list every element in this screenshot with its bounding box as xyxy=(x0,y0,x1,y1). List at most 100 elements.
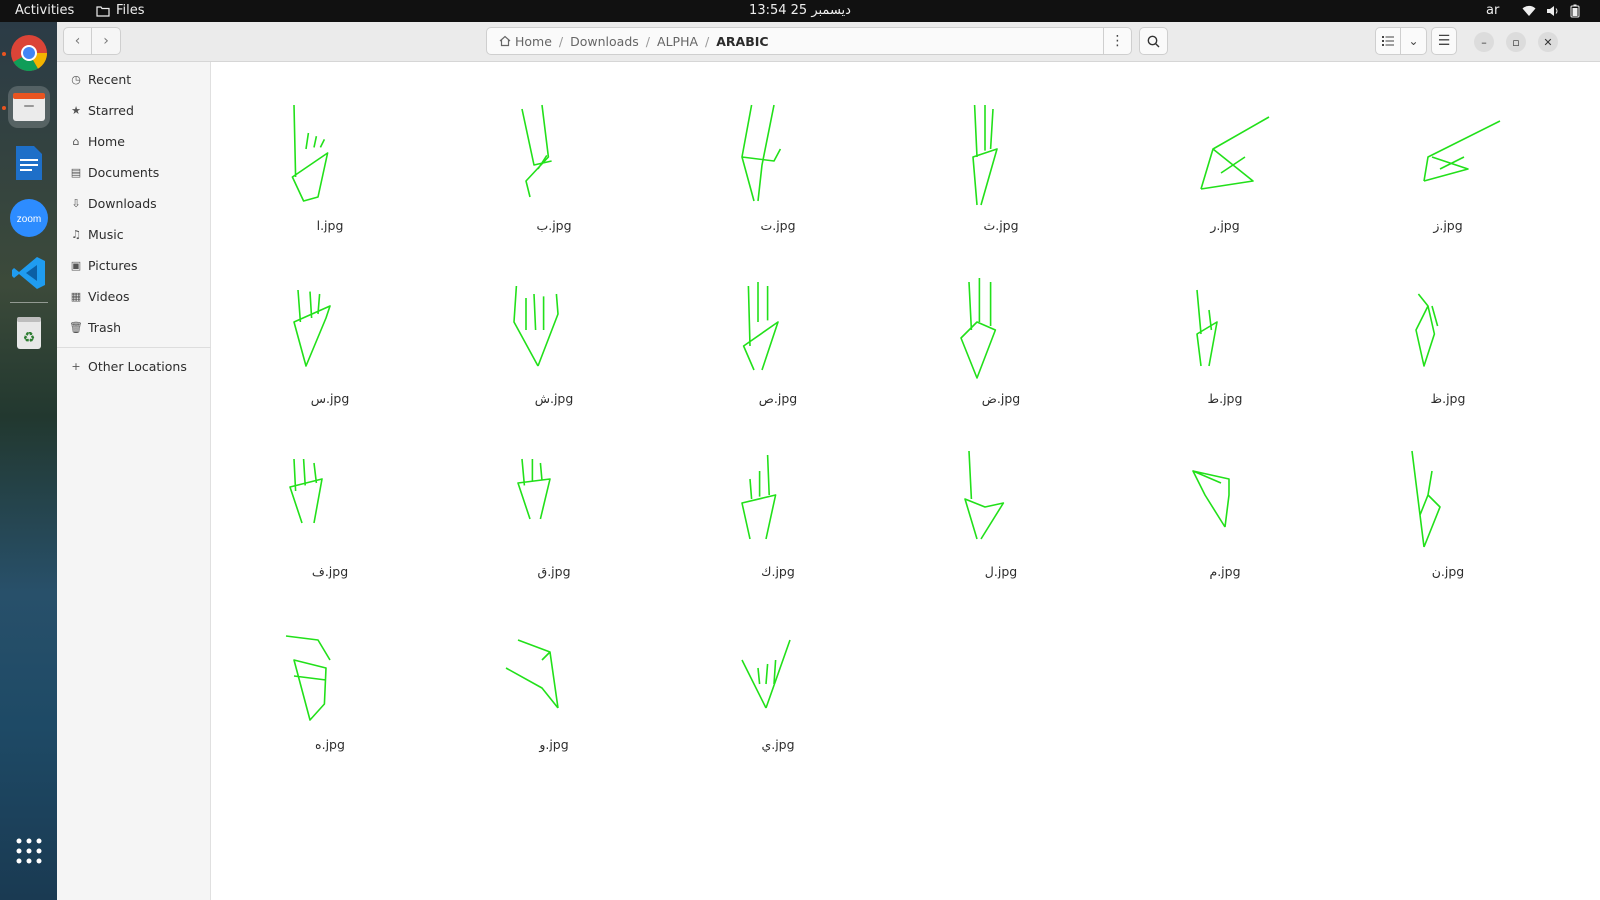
file-item[interactable]: و.jpg xyxy=(474,596,634,766)
zoom-icon: zoom xyxy=(10,199,48,237)
file-item[interactable]: ر.jpg xyxy=(1145,77,1305,247)
home-icon xyxy=(499,35,511,47)
writer-launcher[interactable] xyxy=(8,142,50,184)
maximize-button[interactable]: ▫ xyxy=(1506,32,1526,52)
file-item[interactable]: ض.jpg xyxy=(921,250,1081,420)
dock-separator xyxy=(10,302,48,303)
minimize-button[interactable]: – xyxy=(1474,32,1494,52)
file-item[interactable]: ب.jpg xyxy=(474,77,634,247)
file-item[interactable]: ك.jpg xyxy=(698,423,858,593)
sidebar-item-downloads[interactable]: ⇩ Downloads xyxy=(57,188,211,218)
forward-button[interactable]: › xyxy=(92,27,121,55)
clock[interactable]: 13:54 25 ديسمبر xyxy=(749,3,851,18)
file-item[interactable]: ا.jpg xyxy=(250,77,410,247)
file-name: ز.jpg xyxy=(1433,218,1463,233)
file-item[interactable]: ص.jpg xyxy=(698,250,858,420)
file-name: ق.jpg xyxy=(537,564,571,579)
file-name: ط.jpg xyxy=(1207,391,1243,406)
image-thumbnail xyxy=(505,639,559,709)
image-thumbnail xyxy=(742,282,779,371)
file-item[interactable]: ز.jpg xyxy=(1368,77,1528,247)
file-name: و.jpg xyxy=(539,737,569,752)
image-thumbnail xyxy=(521,104,552,198)
breadcrumb-separator: / xyxy=(705,33,710,49)
file-item[interactable]: ق.jpg xyxy=(474,423,634,593)
file-item[interactable]: ط.jpg xyxy=(1145,250,1305,420)
zoom-launcher[interactable]: zoom xyxy=(8,197,50,239)
app-menu[interactable]: Files xyxy=(96,3,145,18)
image-thumbnail xyxy=(741,104,782,202)
file-item[interactable]: ظ.jpg xyxy=(1368,250,1528,420)
view-options-button[interactable]: ⌄ xyxy=(1401,27,1427,55)
files-launcher[interactable] xyxy=(8,86,50,128)
language-indicator[interactable]: ar xyxy=(1486,3,1499,18)
main-menu-button[interactable]: ☰ xyxy=(1431,27,1457,55)
file-item[interactable]: ت.jpg xyxy=(698,77,858,247)
minimize-icon: – xyxy=(1481,35,1487,49)
list-view-button[interactable] xyxy=(1375,27,1401,55)
sidebar-item-starred[interactable]: ★ Starred xyxy=(57,95,211,125)
search-button[interactable] xyxy=(1139,27,1168,55)
trash-icon: ♻ xyxy=(17,317,41,349)
breadcrumb-alpha[interactable]: ALPHA xyxy=(657,34,698,49)
file-item[interactable]: س.jpg xyxy=(250,250,410,420)
breadcrumb-downloads[interactable]: Downloads xyxy=(570,34,639,49)
close-button[interactable]: ✕ xyxy=(1538,32,1558,52)
wifi-icon xyxy=(1522,5,1536,16)
svg-text:zoom: zoom xyxy=(17,214,41,225)
system-tray[interactable] xyxy=(1522,2,1580,20)
chevron-right-icon: › xyxy=(103,33,109,49)
image-thumbnail xyxy=(741,454,777,540)
breadcrumb-arabic[interactable]: ARABIC xyxy=(716,34,768,49)
sidebar-item-home[interactable]: ⌂ Home xyxy=(57,126,211,156)
trash-launcher[interactable]: ♻ xyxy=(8,312,50,354)
sidebar-item-videos[interactable]: ▦ Videos xyxy=(57,281,211,311)
file-item[interactable]: م.jpg xyxy=(1145,423,1305,593)
hamburger-menu-icon: ☰ xyxy=(1437,33,1451,49)
activities-button[interactable]: Activities xyxy=(15,3,74,18)
image-thumbnail xyxy=(972,104,998,206)
file-item[interactable]: ث.jpg xyxy=(921,77,1081,247)
image-thumbnail xyxy=(964,450,1005,540)
video-icon: ▦ xyxy=(70,289,82,303)
kebab-menu-icon: ⋮ xyxy=(1110,33,1125,49)
music-icon: ♫ xyxy=(71,227,81,241)
file-item[interactable]: ن.jpg xyxy=(1368,423,1528,593)
file-grid-view: ا.jpg ب.jpg ت.jpg ث.jpg ر.jpg ز.jpg س.jpg ش.jpg… xyxy=(212,62,1600,900)
home-icon: ⌂ xyxy=(72,134,80,148)
file-item[interactable]: ل.jpg xyxy=(921,423,1081,593)
chrome-launcher[interactable] xyxy=(8,32,50,74)
image-thumbnail xyxy=(1196,289,1218,367)
image-thumbnail xyxy=(741,639,791,709)
file-name: ا.jpg xyxy=(316,218,344,233)
file-item[interactable]: ي.jpg xyxy=(698,596,858,766)
image-thumbnail xyxy=(1192,470,1230,528)
file-item[interactable]: ش.jpg xyxy=(474,250,634,420)
sidebar-item-recent[interactable]: ◷ Recent xyxy=(57,64,211,94)
sidebar-item-documents[interactable]: ▤ Documents xyxy=(57,157,211,187)
battery-icon xyxy=(1570,4,1580,18)
dock: zoom ♻ xyxy=(0,22,57,900)
file-name: ش.jpg xyxy=(534,391,574,406)
show-apps-button[interactable] xyxy=(8,830,50,872)
app-grid-icon xyxy=(16,838,42,864)
sidebar-item-music[interactable]: ♫ Music xyxy=(57,219,211,249)
plus-icon: + xyxy=(71,359,81,373)
image-thumbnail xyxy=(517,458,551,520)
search-icon xyxy=(1147,35,1160,47)
vscode-launcher[interactable] xyxy=(8,252,50,294)
file-item[interactable]: ه.jpg xyxy=(250,596,410,766)
file-name: ه.jpg xyxy=(315,737,345,752)
sidebar-item-pictures[interactable]: ▣ Pictures xyxy=(57,250,211,280)
running-indicator xyxy=(2,106,6,110)
sidebar-item-trash[interactable]: 🗑 Trash xyxy=(57,312,211,342)
file-item[interactable]: ف.jpg xyxy=(250,423,410,593)
breadcrumb-home[interactable]: Home xyxy=(499,34,552,49)
back-button[interactable]: ‹ xyxy=(63,27,92,55)
file-name: ف.jpg xyxy=(311,564,349,579)
document-writer-icon xyxy=(16,146,42,180)
file-name: ي.jpg xyxy=(761,737,795,752)
file-name: ل.jpg xyxy=(984,564,1018,579)
path-menu-button[interactable]: ⋮ xyxy=(1104,27,1132,55)
sidebar-item-other-locations[interactable]: + Other Locations xyxy=(57,351,211,381)
